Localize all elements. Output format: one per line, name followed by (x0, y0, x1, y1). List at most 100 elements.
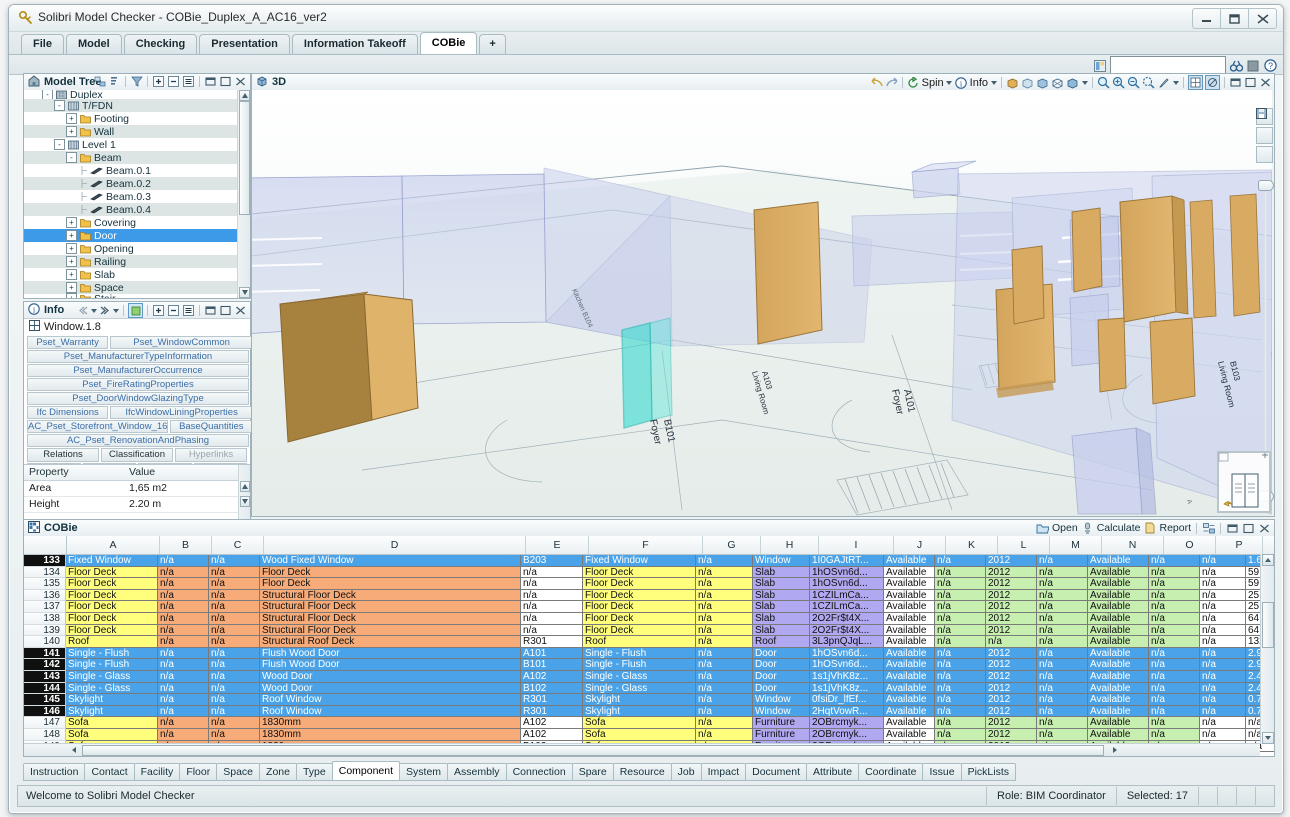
close-panel-icon[interactable] (234, 304, 247, 317)
table-cell[interactable]: Available (1088, 682, 1149, 695)
table-cell[interactable]: Fixed Window (66, 555, 158, 567)
table-cell[interactable]: Available (884, 659, 935, 671)
table-cell[interactable]: 1830mm (260, 728, 521, 741)
table-cell[interactable]: n/a (158, 612, 209, 625)
table-row[interactable]: 142 Single - Flush n/a n/a Flush Wood Door B1… (24, 659, 1274, 671)
table-cell[interactable]: n/a (1149, 589, 1200, 602)
table-cell[interactable]: Available (884, 612, 935, 625)
table-cell[interactable]: Floor Deck (583, 624, 696, 637)
zoom-area-icon[interactable] (1142, 76, 1155, 89)
undo-view-icon[interactable] (870, 76, 883, 89)
table-row[interactable]: 144 Single - Glass n/a n/a Wood Door B102 Sing… (24, 682, 1274, 695)
table-cell[interactable]: n/a (209, 705, 260, 718)
table-cell[interactable]: 2OBrcmyk... (810, 728, 884, 741)
tree-expander[interactable]: - (54, 100, 65, 111)
table-cell[interactable]: n/a (158, 659, 209, 671)
table-cell[interactable]: n/a (1037, 694, 1088, 706)
tree-expander[interactable]: + (66, 126, 77, 137)
table-cell[interactable]: n/a (935, 705, 986, 718)
tree-item-railing[interactable]: + Railing (24, 255, 250, 268)
table-cell[interactable]: Structural Floor Deck (260, 589, 521, 602)
table-cell[interactable]: Window (753, 694, 810, 706)
column-header-H[interactable]: H (761, 536, 819, 554)
table-cell[interactable]: n/a (935, 728, 986, 741)
sheet-tab-impact[interactable]: Impact (700, 763, 747, 781)
table-cell[interactable]: n/a (1200, 670, 1246, 683)
table-cell[interactable]: n/a (1037, 589, 1088, 602)
sheet-tab-space[interactable]: Space (216, 763, 261, 781)
sheet-tab-instruction[interactable]: Instruction (23, 763, 86, 781)
table-cell[interactable]: n/a (1200, 694, 1246, 706)
row-number[interactable]: 134 (24, 566, 66, 579)
table-cell[interactable]: n/a (209, 566, 260, 579)
table-cell[interactable]: n/a (1149, 636, 1200, 648)
table-cell[interactable]: n/a (935, 578, 986, 590)
filter-icon[interactable] (130, 75, 143, 88)
row-number[interactable]: 137 (24, 601, 66, 613)
table-cell[interactable]: n/a (1149, 670, 1200, 683)
table-cell[interactable]: Furniture (753, 728, 810, 741)
spin-dropdown-icon[interactable] (946, 76, 953, 89)
table-cell[interactable]: n/a (209, 555, 260, 567)
forward-dropdown-icon[interactable] (112, 304, 119, 317)
table-cell[interactable]: Floor Deck (583, 601, 696, 613)
table-cell[interactable]: 2012 (986, 682, 1037, 695)
table-cell[interactable]: n/a (521, 612, 583, 625)
info-dropdown-icon[interactable] (990, 76, 997, 89)
table-cell[interactable]: Door (753, 659, 810, 671)
table-cell[interactable]: Structural Floor Deck (260, 624, 521, 637)
table-cell[interactable]: 2O2Fr$t4X... (810, 612, 884, 625)
open-button[interactable]: Open (1052, 522, 1078, 534)
main-tab-information-takeoff[interactable]: Information Takeoff (291, 34, 418, 54)
back-icon[interactable] (77, 304, 88, 317)
render-hidden-icon[interactable] (1036, 76, 1049, 89)
restore-icon[interactable] (1229, 76, 1242, 89)
table-row[interactable]: 139 Floor Deck n/a n/a Structural Floor Deck… (24, 624, 1274, 637)
table-cell[interactable]: n/a (158, 670, 209, 683)
table-cell[interactable]: n/a (1149, 682, 1200, 695)
pset-button-ifc-dimensions[interactable]: Ifc Dimensions (27, 406, 109, 419)
pset-button-pset-manufacturertypeinformation[interactable]: Pset_ManufacturerTypeInformation (27, 350, 249, 363)
hierarchy-icon[interactable] (93, 75, 106, 88)
table-cell[interactable]: 2012 (986, 670, 1037, 683)
table-cell[interactable]: n/a (1149, 612, 1200, 625)
table-cell[interactable]: n/a (1037, 705, 1088, 718)
table-cell[interactable]: Available (1088, 670, 1149, 683)
table-cell[interactable]: n/a (1200, 555, 1246, 567)
expand-all-icon[interactable] (152, 304, 165, 317)
table-cell[interactable]: 1830mm (260, 717, 521, 729)
table-cell[interactable]: 3L3pnQJqL... (810, 636, 884, 648)
table-cell[interactable]: Available (884, 578, 935, 590)
table-cell[interactable]: n/a (696, 601, 753, 613)
table-cell[interactable]: 2O2Fr$t4X... (810, 624, 884, 637)
table-cell[interactable]: Structural Roof Deck (260, 636, 521, 648)
info-mode-icon[interactable]: i (955, 76, 968, 89)
table-cell[interactable]: Available (884, 555, 935, 567)
table-cell[interactable]: Slab (753, 589, 810, 602)
tree-item-beam-0-1[interactable]: Beam.0.1 (24, 164, 250, 177)
table-cell[interactable]: n/a (158, 636, 209, 648)
table-cell[interactable]: 2HqtVowR... (810, 705, 884, 718)
table-cell[interactable]: n/a (696, 612, 753, 625)
table-cell[interactable]: n/a (209, 717, 260, 729)
settings-icon[interactable] (1202, 522, 1215, 535)
back-dropdown-icon[interactable] (90, 304, 97, 317)
table-cell[interactable]: Skylight (66, 694, 158, 706)
table-cell[interactable]: Slab (753, 612, 810, 625)
table-cell[interactable]: 2012 (986, 612, 1037, 625)
calculate-button[interactable]: Calculate (1097, 522, 1141, 534)
table-cell[interactable]: Available (1088, 555, 1149, 567)
grid-icon[interactable] (1256, 108, 1273, 144)
table-cell[interactable]: Available (1088, 578, 1149, 590)
table-row[interactable]: 135 Floor Deck n/a n/a Floor Deck n/a Floor De… (24, 578, 1274, 590)
table-cell[interactable]: Single - Glass (66, 682, 158, 695)
sheet-tab-contact[interactable]: Contact (84, 763, 135, 781)
pset-button-pset-manufactureroccurrence[interactable]: Pset_ManufacturerOccurrence (27, 364, 249, 377)
table-cell[interactable]: n/a (1149, 566, 1200, 579)
pick-dropdown-icon[interactable] (1172, 76, 1179, 89)
report-button[interactable]: Report (1159, 522, 1191, 534)
column-header-M[interactable]: M (1050, 536, 1102, 554)
table-cell[interactable]: Floor Deck (66, 601, 158, 613)
table-cell[interactable]: n/a (209, 612, 260, 625)
tree-item-stair[interactable]: + Stair (24, 293, 250, 298)
